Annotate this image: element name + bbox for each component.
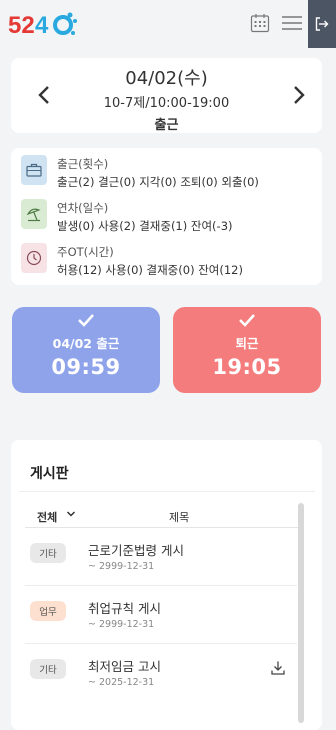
scrollbar[interactable] xyxy=(298,503,304,723)
logo[interactable]: 52 4 xyxy=(8,9,80,39)
summary-row-leave: 연차(일수) 발생(0) 사용(2) 결재중(1) 잔여(-3) xyxy=(21,196,311,234)
summary-detail: 출근(2) 결근(0) 지각(0) 조퇴(0) 외출(0) xyxy=(57,175,259,189)
summary-label: 연차(일수) xyxy=(57,201,109,215)
download-icon[interactable] xyxy=(271,660,285,676)
work-shift: 10-7제/10:00-19:00 xyxy=(103,96,230,111)
check-icon xyxy=(78,314,94,327)
clock-out-time: 19:05 xyxy=(212,355,282,379)
column-header-title: 제목 xyxy=(169,511,190,524)
post-title: 최저임금 고시 xyxy=(88,659,161,674)
logout-icon xyxy=(315,17,329,31)
attendance-status: 출근 xyxy=(154,118,179,133)
clock-in-time: 09:59 xyxy=(51,355,121,379)
chevron-down-icon[interactable] xyxy=(66,510,76,518)
summary-label: 주OT(시간) xyxy=(57,245,114,259)
summary-detail: 허용(12) 사용(0) 결재중(0) 잔여(12) xyxy=(57,263,243,277)
clock-out-button[interactable]: 퇴근 19:05 xyxy=(173,307,321,393)
category-badge: 기타 xyxy=(30,659,66,679)
clock-in-button[interactable]: 04/02 출근 09:59 xyxy=(12,307,160,393)
summary-label: 출근(횟수) xyxy=(57,157,109,171)
category-badge: 기타 xyxy=(30,543,66,563)
svg-text:4: 4 xyxy=(35,12,49,39)
summary-card: 출근(횟수) 출근(2) 결근(0) 지각(0) 조퇴(0) 외출(0) 연차(… xyxy=(11,148,322,285)
post-title: 취업규칙 게시 xyxy=(88,601,161,616)
list-item[interactable]: 업무 취업규칙 게시 ~ 2999-12-31 xyxy=(25,586,297,644)
date-card: 04/02(수) 10-7제/10:00-19:00 출근 xyxy=(11,58,322,133)
category-badge: 업무 xyxy=(30,601,66,621)
current-date: 04/02(수) xyxy=(125,68,208,89)
chevron-right-icon[interactable] xyxy=(292,85,306,105)
check-icon xyxy=(239,314,255,327)
briefcase-icon xyxy=(21,155,47,185)
divider xyxy=(19,491,315,492)
post-date: ~ 2999-12-31 xyxy=(88,561,155,572)
summary-row-attendance: 출근(횟수) 출근(2) 결근(0) 지각(0) 조퇴(0) 외출(0) xyxy=(21,152,311,190)
category-filter[interactable]: 전체 xyxy=(37,509,57,525)
hamburger-menu-icon[interactable] xyxy=(281,13,303,33)
logout-button[interactable] xyxy=(308,0,336,48)
summary-detail: 발생(0) 사용(2) 결재중(1) 잔여(-3) xyxy=(57,219,233,233)
clock-in-label: 04/02 출근 xyxy=(52,336,120,351)
post-date: ~ 2025-12-31 xyxy=(88,677,155,688)
post-title: 근로기준법령 게시 xyxy=(88,543,184,558)
list-item[interactable]: 기타 근로기준법령 게시 ~ 2999-12-31 xyxy=(25,528,297,586)
board-title: 게시판 xyxy=(30,466,69,482)
list-item[interactable]: 기타 최저임금 고시 ~ 2025-12-31 xyxy=(25,644,297,702)
app-header: 52 4 xyxy=(0,0,336,48)
board-card: 게시판 전체 제목 기타 근로기준법령 게시 ~ 2999-12-31 업무 취… xyxy=(11,440,322,730)
svg-text:52: 52 xyxy=(8,12,35,39)
post-date: ~ 2999-12-31 xyxy=(88,619,155,630)
summary-row-overtime: 주OT(시간) 허용(12) 사용(0) 결재중(0) 잔여(12) xyxy=(21,240,311,278)
calendar-icon[interactable] xyxy=(250,13,270,33)
clock-out-label: 퇴근 xyxy=(235,336,259,351)
beach-umbrella-icon xyxy=(21,199,47,229)
clock-icon xyxy=(21,243,47,273)
